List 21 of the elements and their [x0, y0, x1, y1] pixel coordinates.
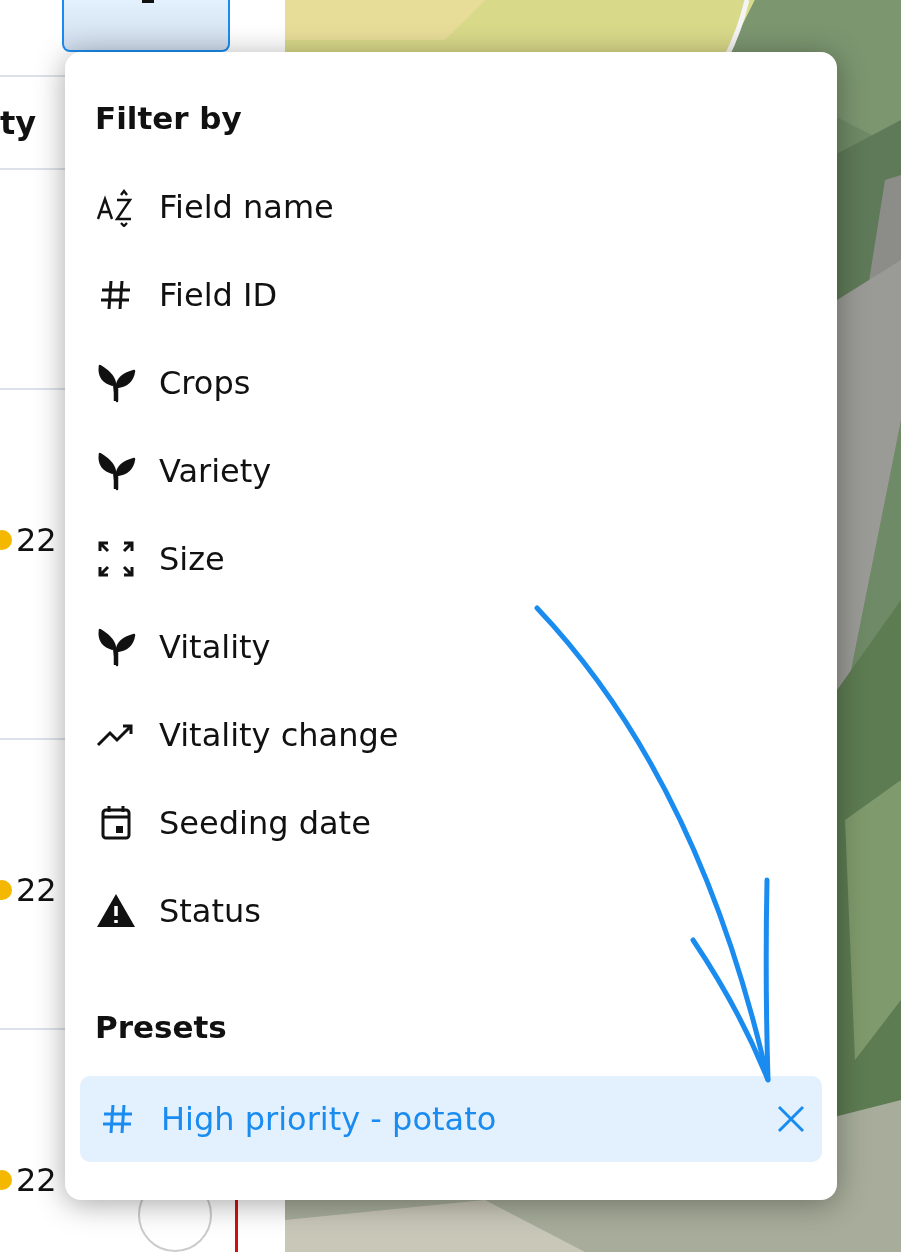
close-icon[interactable] [776, 1104, 806, 1134]
menu-item[interactable]: Seeding date [80, 779, 822, 867]
menu-item[interactable]: Vitality change [80, 691, 822, 779]
sprout-icon [96, 627, 136, 667]
filter-button[interactable] [62, 0, 230, 52]
menu-title: Filter by [94, 99, 243, 138]
sprout-icon [96, 451, 136, 491]
table-cell: 22 [16, 1160, 57, 1200]
menu-item[interactable]: Status [80, 867, 822, 955]
menu-item[interactable]: Variety [80, 427, 822, 515]
menu-item[interactable]: Field ID [80, 251, 822, 339]
expand-icon [96, 539, 136, 579]
column-header: ty [0, 103, 37, 142]
menu-item[interactable]: Size [80, 515, 822, 603]
menu-item[interactable]: Crops [80, 339, 822, 427]
table-cell: 22 [16, 870, 57, 910]
menu-item[interactable]: Vitality [80, 603, 822, 691]
section-title: Presets [94, 1008, 228, 1047]
menu-item[interactable]: Field name [80, 163, 822, 251]
sprout-icon [96, 363, 136, 403]
table-cell: 22 [16, 520, 57, 560]
